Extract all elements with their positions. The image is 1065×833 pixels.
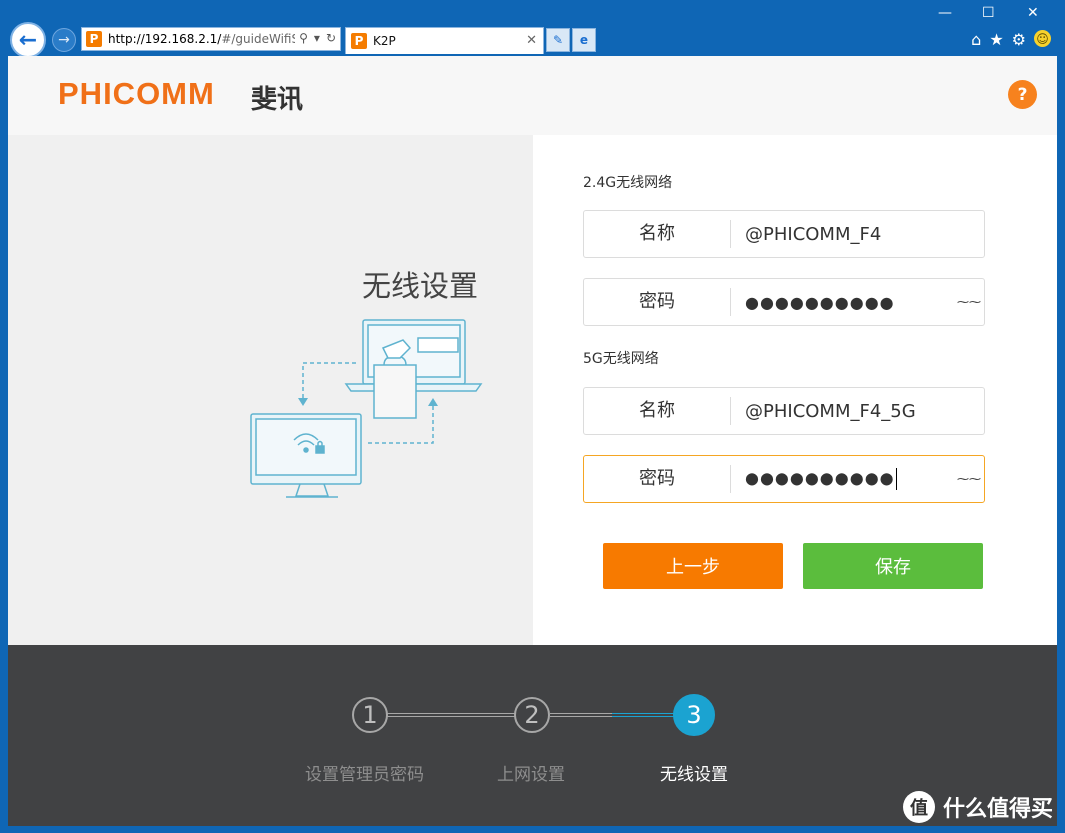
progress-steps-footer: 1 2 3 设置管理员密码 上网设置 无线设置 (8, 645, 1057, 826)
back-button[interactable]: ← (10, 22, 46, 58)
wifi24-name-input[interactable]: @PHICOMM_F4 (731, 224, 984, 245)
dropdown-icon[interactable]: ▾ (314, 31, 320, 45)
close-window-icon[interactable]: ✕ (1027, 5, 1039, 21)
minimize-icon[interactable]: — (938, 5, 952, 21)
field-label: 名称 (584, 397, 731, 425)
eye-closed-icon[interactable]: ⁓⁓ (954, 472, 984, 486)
step-connector (386, 713, 516, 717)
feedback-smiley-icon[interactable]: ☺ (1034, 30, 1051, 47)
tab-favicon-icon: P (351, 33, 367, 49)
wifi5-name-input[interactable]: @PHICOMM_F4_5G (731, 401, 984, 422)
wifi5-name-field[interactable]: 名称 @PHICOMM_F4_5G (583, 387, 985, 435)
page-content: PHICOMM 斐讯 ? 无线设置 2.4G无线网络 名称 @PHICOMM_F… (8, 56, 1057, 826)
field-label: 密码 (584, 465, 731, 493)
wifi5-password-field[interactable]: 密码 ●●●●●●●●●● ⁓⁓ (583, 455, 985, 503)
phicomm-logo-cn: 斐讯 (251, 85, 304, 115)
arrow-left-icon: ← (18, 27, 38, 53)
wifi5-password-input[interactable]: ●●●●●●●●●● (745, 469, 895, 488)
phicomm-logo: PHICOMM (58, 76, 215, 111)
browser-window: ← → P http://192.168.2.1/#/guideWifiS ⚲ … (0, 0, 1065, 833)
question-icon: ? (1017, 84, 1028, 105)
save-button[interactable]: 保存 (803, 543, 983, 589)
address-path: #/guideWifiS (221, 32, 300, 46)
new-tab-icon: ✎ (552, 33, 564, 47)
watermark-logo-icon: 值 (902, 791, 935, 823)
arrow-right-icon: → (58, 32, 70, 48)
step-3-label: 无线设置 (660, 765, 728, 785)
maximize-icon[interactable]: ☐ (982, 5, 995, 21)
wifi5-section-label: 5G无线网络 (583, 351, 659, 367)
eye-closed-icon[interactable]: ⁓⁓ (954, 295, 984, 309)
section-title: 无线设置 (362, 269, 479, 303)
tab-k2p[interactable]: P K2P ✕ (345, 27, 544, 54)
wifi-settings-form: 2.4G无线网络 名称 @PHICOMM_F4 密码 ●●●●●●●●●● ⁓⁓… (533, 135, 1057, 645)
new-tab-button[interactable]: ✎ (546, 28, 570, 52)
step-1-circle: 1 (352, 697, 388, 733)
tab-title: K2P (373, 34, 396, 48)
step-3-circle: 3 (673, 694, 715, 736)
forward-button[interactable]: → (52, 28, 76, 52)
step-connector-active (612, 713, 680, 717)
settings-gear-icon[interactable]: ⚙ (1012, 30, 1026, 49)
wifi24-section-label: 2.4G无线网络 (583, 175, 673, 191)
field-label: 密码 (584, 288, 731, 316)
help-button[interactable]: ? (1008, 80, 1037, 109)
watermark: 值 什么值得买 (902, 791, 1053, 823)
step-2-label: 上网设置 (497, 765, 565, 785)
address-bar[interactable]: P http://192.168.2.1/#/guideWifiS ⚲ ▾ ↻ (81, 27, 341, 51)
wifi-setup-illustration-icon (250, 319, 483, 498)
site-favicon-icon: P (86, 31, 102, 47)
address-host: http://192.168.2.1/ (108, 32, 222, 46)
wifi24-password-input[interactable]: ●●●●●●●●●● (731, 293, 954, 312)
wifi24-name-field[interactable]: 名称 @PHICOMM_F4 (583, 210, 985, 258)
browser-chrome: ← → P http://192.168.2.1/#/guideWifiS ⚲ … (0, 0, 1065, 58)
search-icon[interactable]: ⚲ (299, 31, 308, 45)
watermark-text: 什么值得买 (942, 797, 1053, 822)
step-1-label: 设置管理员密码 (305, 765, 424, 785)
ie-logo-icon: e (579, 33, 589, 47)
left-illustration-panel: 无线设置 (8, 135, 533, 645)
favorites-star-icon[interactable]: ★ (989, 30, 1003, 49)
previous-step-button[interactable]: 上一步 (603, 543, 783, 589)
refresh-icon[interactable]: ↻ (326, 31, 336, 45)
home-icon[interactable]: ⌂ (971, 30, 981, 49)
edge-button[interactable]: e (572, 28, 596, 52)
tab-close-icon[interactable]: ✕ (526, 33, 537, 48)
step-2-circle: 2 (514, 697, 550, 733)
wifi24-password-field[interactable]: 密码 ●●●●●●●●●● ⁓⁓ (583, 278, 985, 326)
page-header: PHICOMM 斐讯 ? (8, 56, 1057, 135)
text-cursor (895, 468, 897, 490)
field-label: 名称 (584, 220, 731, 248)
